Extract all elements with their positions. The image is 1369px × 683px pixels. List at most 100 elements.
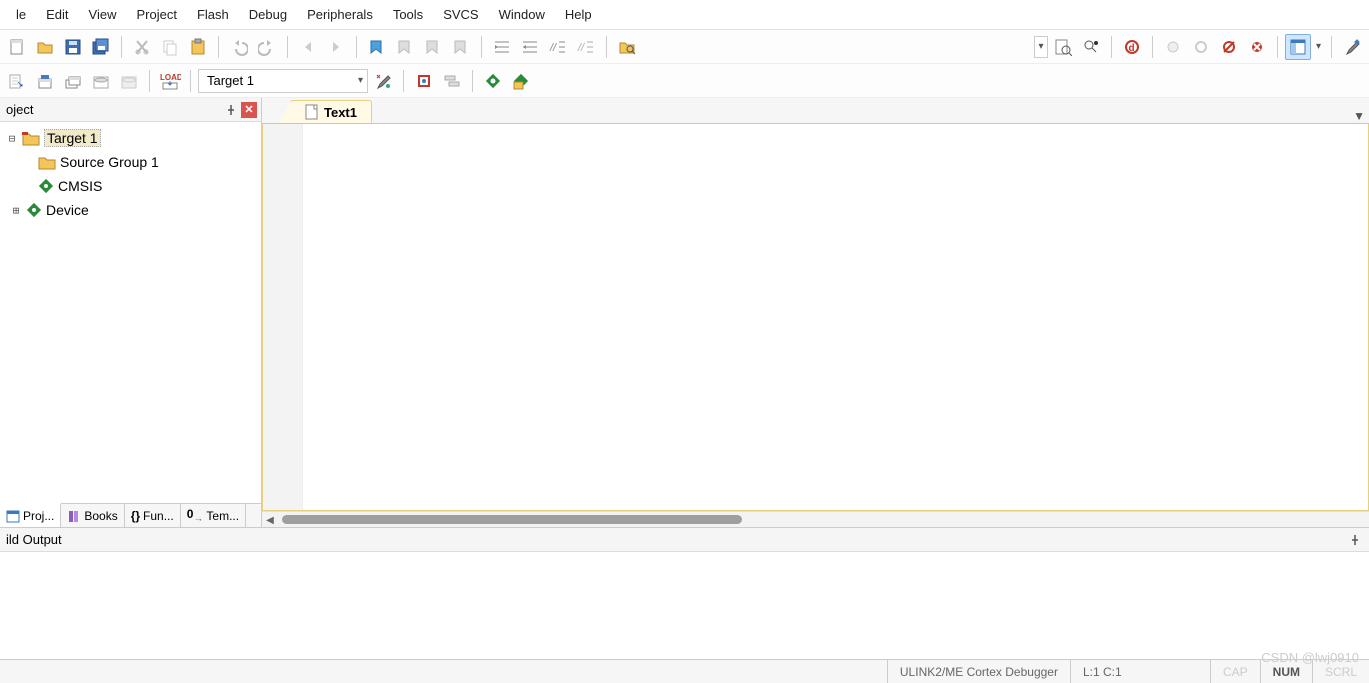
project-pane: oject ✕ ⊟ Target 1 Source Group 1 (0, 98, 262, 527)
menu-edit[interactable]: Edit (36, 3, 78, 26)
save-button[interactable] (60, 34, 86, 60)
build-button[interactable] (32, 68, 58, 94)
editor-area: Text1 ▼ ◀ (262, 98, 1369, 527)
project-window-button[interactable] (1285, 34, 1311, 60)
nav-back-button[interactable] (295, 34, 321, 60)
menu-flash[interactable]: Flash (187, 3, 239, 26)
editor-text-area[interactable] (303, 124, 1368, 510)
project-tree[interactable]: ⊟ Target 1 Source Group 1 CMSIS ⊞ Device (0, 122, 261, 503)
close-pane-button[interactable]: ✕ (241, 102, 257, 118)
breakpoint-kill-all-button[interactable] (1244, 34, 1270, 60)
main-area: oject ✕ ⊟ Target 1 Source Group 1 (0, 98, 1369, 528)
menu-file[interactable]: le (6, 3, 36, 26)
undo-button[interactable] (226, 34, 252, 60)
menu-bar: le Edit View Project Flash Debug Periphe… (0, 0, 1369, 30)
menu-svcs[interactable]: SVCS (433, 3, 488, 26)
manage-rte-button[interactable] (480, 68, 506, 94)
tree-label: Source Group 1 (60, 154, 159, 170)
download-button[interactable]: LOAD (157, 68, 183, 94)
menu-view[interactable]: View (79, 3, 127, 26)
cut-button[interactable] (129, 34, 155, 60)
bookmark-toggle-button[interactable] (364, 34, 390, 60)
translate-button[interactable] (4, 68, 30, 94)
status-debugger: ULINK2/ME Cortex Debugger (887, 660, 1070, 683)
breakpoint-insert-button[interactable] (1160, 34, 1186, 60)
dropdown-icon[interactable]: ▾ (1313, 41, 1324, 52)
tab-books[interactable]: Books (61, 504, 124, 527)
options-target-button[interactable] (370, 68, 396, 94)
find-dropdown[interactable]: ▾ (1034, 36, 1048, 58)
save-all-button[interactable] (88, 34, 114, 60)
status-cap: CAP (1210, 660, 1260, 683)
bookmark-prev-button[interactable] (392, 34, 418, 60)
tree-target-root[interactable]: ⊟ Target 1 (2, 126, 259, 150)
outdent-button[interactable] (517, 34, 543, 60)
project-pane-header: oject ✕ (0, 98, 261, 122)
stop-build-button[interactable] (116, 68, 142, 94)
editor-body[interactable] (262, 124, 1369, 511)
rebuild-button[interactable] (60, 68, 86, 94)
debug-button[interactable]: d (1119, 34, 1145, 60)
build-output-body[interactable] (0, 552, 1369, 662)
bookmark-clear-button[interactable] (448, 34, 474, 60)
copy-button[interactable] (157, 34, 183, 60)
new-file-button[interactable] (4, 34, 30, 60)
diamond-icon (26, 202, 42, 218)
breakpoint-enable-button[interactable] (1188, 34, 1214, 60)
tree-label: CMSIS (58, 178, 102, 194)
open-file-button[interactable] (32, 34, 58, 60)
tree-label: Device (46, 202, 89, 218)
build-output-header: ild Output (0, 528, 1369, 552)
comment-button[interactable]: // (545, 34, 571, 60)
find-in-files-button[interactable] (614, 34, 640, 60)
configure-button[interactable] (1339, 34, 1365, 60)
file-extensions-button[interactable] (411, 68, 437, 94)
tab-templates[interactable]: 0→ Tem... (181, 504, 246, 527)
editor-tabstrip: Text1 ▼ (262, 98, 1369, 124)
scroll-thumb[interactable] (282, 515, 742, 524)
tree-device[interactable]: ⊞ Device (2, 198, 259, 222)
scroll-left-icon[interactable]: ◀ (263, 513, 277, 527)
tab-project[interactable]: Proj... (0, 503, 61, 527)
file-icon (305, 104, 319, 120)
menu-window[interactable]: Window (489, 3, 555, 26)
editor-tab-text1[interactable]: Text1 (290, 100, 372, 123)
editor-hscrollbar[interactable]: ◀ (262, 511, 1369, 527)
select-packs-button[interactable] (508, 68, 534, 94)
build-batch-button[interactable] (88, 68, 114, 94)
menu-peripherals[interactable]: Peripherals (297, 3, 383, 26)
project-pane-title: oject (6, 102, 33, 117)
indent-button[interactable] (489, 34, 515, 60)
redo-button[interactable] (254, 34, 280, 60)
target-select-value: Target 1 (207, 73, 254, 88)
tab-dropdown-icon[interactable]: ▼ (1353, 109, 1365, 123)
status-cursor-pos: L:1 C:1 (1070, 660, 1210, 683)
tree-source-group[interactable]: Source Group 1 (2, 150, 259, 174)
paste-button[interactable] (185, 34, 211, 60)
expand-icon[interactable]: ⊟ (6, 132, 18, 145)
editor-gutter (263, 124, 303, 510)
tree-cmsis[interactable]: CMSIS (2, 174, 259, 198)
svg-text://: // (549, 42, 557, 54)
target-select[interactable]: Target 1 ▾ (198, 69, 368, 93)
main-toolbar: // // ▾ d ▾ (0, 30, 1369, 64)
watermark: CSDN @lwj0910 (1261, 650, 1359, 665)
pin-icon[interactable] (1347, 532, 1363, 548)
find-button[interactable] (1050, 34, 1076, 60)
nav-forward-button[interactable] (323, 34, 349, 60)
expand-icon[interactable]: ⊞ (10, 204, 22, 217)
tab-label: Fun... (143, 509, 174, 523)
diamond-icon (38, 178, 54, 194)
menu-project[interactable]: Project (126, 3, 186, 26)
breakpoint-disable-all-button[interactable] (1216, 34, 1242, 60)
pin-icon[interactable] (223, 102, 239, 118)
project-tab-icon (6, 509, 20, 523)
incremental-find-button[interactable] (1078, 34, 1104, 60)
tab-functions[interactable]: {} Fun... (125, 504, 181, 527)
menu-tools[interactable]: Tools (383, 3, 433, 26)
manage-multi-project-button[interactable] (439, 68, 465, 94)
menu-help[interactable]: Help (555, 3, 602, 26)
uncomment-button[interactable]: // (573, 34, 599, 60)
menu-debug[interactable]: Debug (239, 3, 297, 26)
bookmark-next-button[interactable] (420, 34, 446, 60)
